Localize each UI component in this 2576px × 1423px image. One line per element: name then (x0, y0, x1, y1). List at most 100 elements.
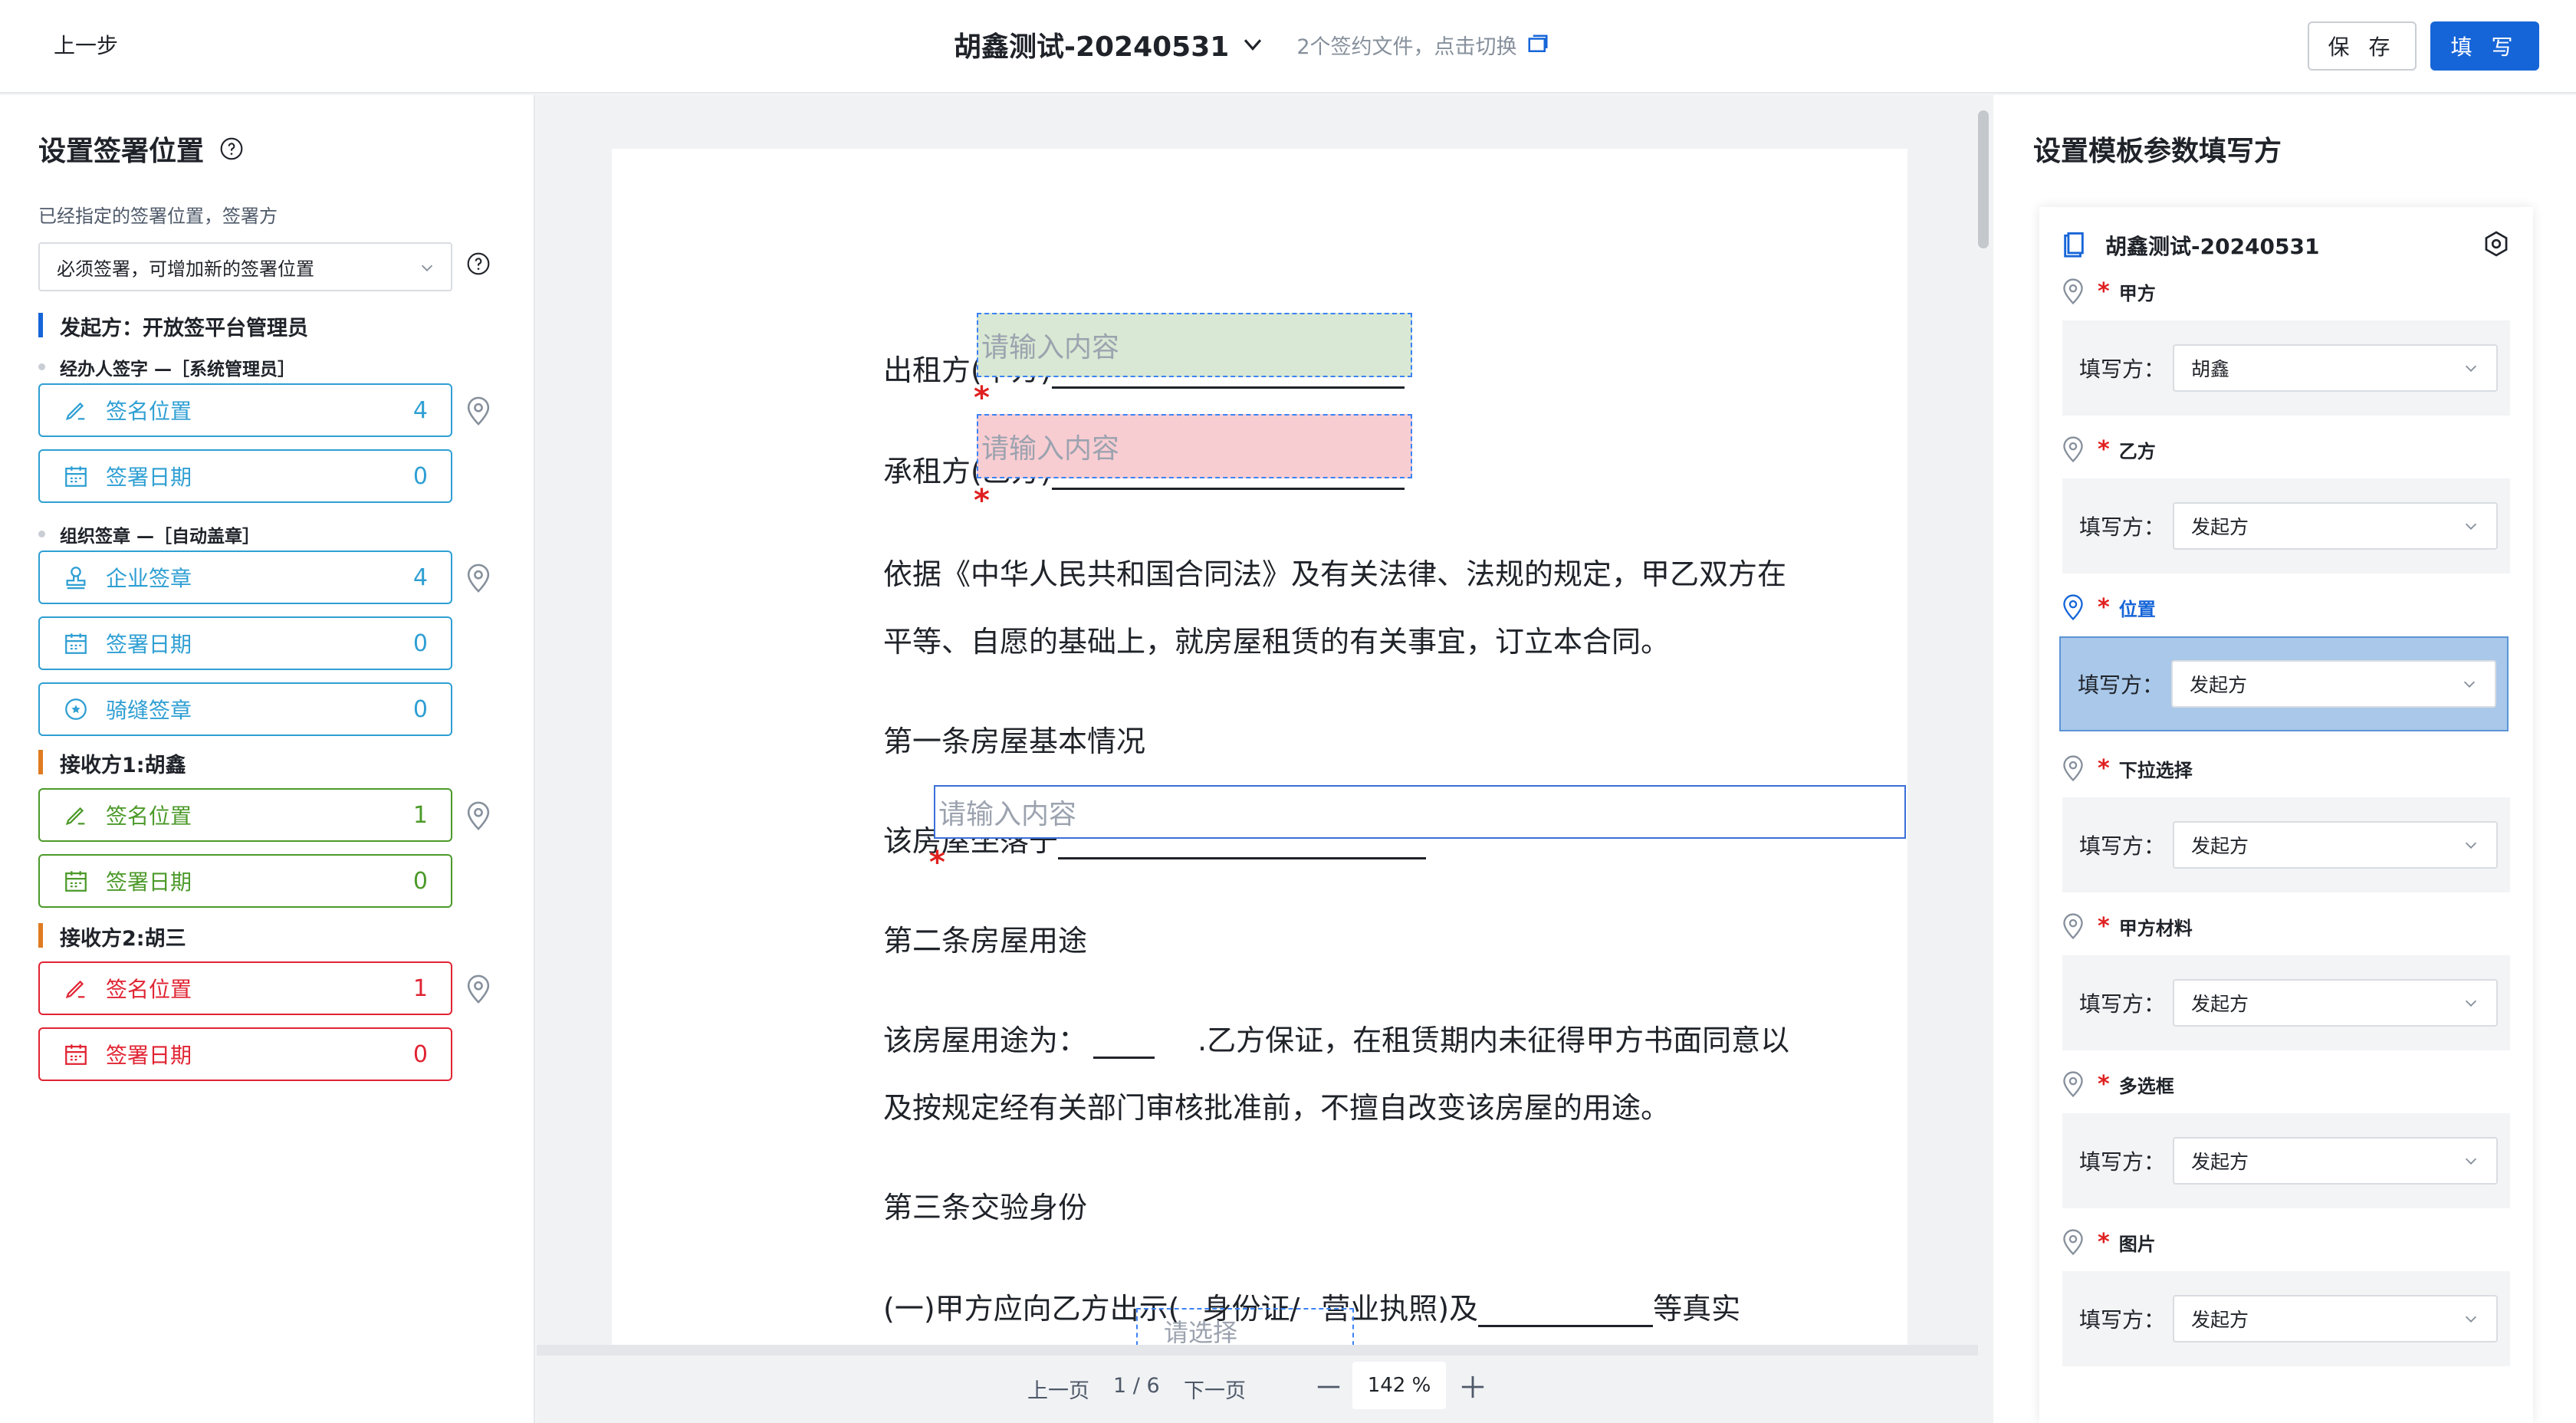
settings-icon[interactable] (2482, 230, 2510, 258)
filler-select[interactable]: 发起方 (2173, 979, 2498, 1027)
help-icon[interactable] (466, 251, 491, 276)
zoom-out-icon[interactable] (1316, 1380, 1342, 1394)
doc-switcher[interactable]: 胡鑫测试-20240531 2个签约文件，点击切换 (954, 25, 1549, 64)
filler-value: 发起方 (2191, 835, 2249, 857)
select-placeholder: 请选择 (1164, 1318, 1238, 1347)
location-pin-icon[interactable] (2061, 278, 2085, 305)
pen-icon (65, 807, 85, 826)
filler-label: 填写方： (2079, 514, 2166, 540)
required-mark: * (2098, 278, 2110, 305)
filler-value: 发起方 (2190, 674, 2248, 696)
signature-position-chip[interactable]: 签名位置 4 (38, 383, 452, 437)
vertical-scrollbar[interactable] (1978, 110, 1989, 248)
card-title: 胡鑫测试-20240531 (2105, 234, 2320, 259)
chevron-down-icon[interactable] (1240, 31, 1266, 58)
chevron-down-icon (2463, 681, 2476, 688)
chevron-down-icon (421, 265, 433, 271)
location-pin-icon[interactable] (2061, 593, 2085, 621)
blank-underline (1093, 1057, 1155, 1059)
signature-position-chip[interactable]: 签名位置 1 (38, 788, 452, 842)
doc-heading: 第三条交验身份 (883, 1191, 1088, 1224)
zoom-in-icon[interactable] (1460, 1374, 1486, 1400)
seal-date-chip[interactable]: 签署日期 0 (38, 616, 452, 670)
next-page-button[interactable]: 下一页 (1184, 1374, 1246, 1404)
param-header: * 甲方材料 (2061, 912, 2193, 940)
prev-page-button[interactable]: 上一页 (1027, 1374, 1089, 1404)
switch-file-hint[interactable]: 2个签约文件，点击切换 (1296, 30, 1516, 60)
filler-value: 发起方 (2191, 1309, 2249, 1331)
locate-pin-icon[interactable] (465, 396, 492, 426)
chip-label: 签署日期 (106, 869, 192, 895)
page-indicator: 1 / 6 (1113, 1374, 1160, 1398)
signing-mode-select[interactable]: 必须签署，可增加新的签署位置 (38, 242, 452, 291)
chip-label: 签名位置 (106, 399, 192, 424)
party-sender: 发起方：开放签平台管理员 (38, 311, 308, 341)
doc-text: 等真实 (1653, 1292, 1741, 1326)
params-card: 胡鑫测试-20240531 * 甲方 填写方： 胡鑫 * 乙方 填写方： 发起方… (2039, 207, 2533, 1423)
party-a-input-field[interactable]: 请输入内容 (977, 313, 1412, 377)
locate-pin-icon[interactable] (465, 974, 492, 1004)
required-mark: * (2098, 435, 2110, 463)
filler-select[interactable]: 发起方 (2173, 1295, 2498, 1342)
filler-select[interactable]: 发起方 (2173, 1137, 2498, 1185)
help-icon[interactable] (219, 136, 244, 161)
chip-count: 1 (412, 974, 428, 1002)
filler-select[interactable]: 发起方 (2171, 660, 2496, 708)
doc-line: 及按规定经有关部门审核批准前，不擅自改变该房屋的用途。 (883, 1091, 1671, 1125)
chip-count: 4 (412, 564, 428, 591)
filler-select[interactable]: 发起方 (2173, 502, 2498, 550)
param-name: 乙方 (2118, 440, 2156, 462)
document-title[interactable]: 胡鑫测试-20240531 (954, 25, 1229, 64)
chip-count: 0 (412, 695, 428, 723)
location-pin-icon[interactable] (2061, 912, 2085, 940)
zoom-level[interactable]: 142 % (1352, 1362, 1446, 1409)
chip-count: 0 (412, 462, 428, 490)
pager-bar: 上一页 1 / 6 下一页 142 % (537, 1345, 1978, 1423)
group-handler-signature: 经办人签字 —［系统管理员］ (38, 354, 295, 380)
param-name: 图片 (2118, 1233, 2156, 1255)
location-input-field[interactable]: 请输入内容 (934, 785, 1906, 839)
party-b-input-field[interactable]: 请输入内容 (977, 414, 1412, 478)
blank-underline (1478, 1325, 1654, 1327)
chip-count: 0 (412, 629, 428, 657)
document-icon (2064, 232, 2084, 258)
filler-value: 胡鑫 (2191, 358, 2230, 380)
chevron-down-icon (2465, 1000, 2477, 1007)
fill-button[interactable]: 填 写 (2430, 21, 2539, 71)
sign-date-chip[interactable]: 签署日期 0 (38, 449, 452, 503)
chevron-down-icon (2465, 1158, 2477, 1165)
sign-date-chip[interactable]: 签署日期 0 (38, 1027, 452, 1081)
param-row: 填写方： 发起方 (2062, 1113, 2510, 1208)
save-button[interactable]: 保 存 (2308, 21, 2417, 71)
required-mark: * (929, 845, 945, 880)
filler-value: 发起方 (2191, 1151, 2249, 1173)
switch-file-icon[interactable] (1526, 33, 1549, 56)
document-viewer: 出租方(甲方) 请输入内容 * 承租方(乙方) 请输入内容 * 依据《中华人民共… (537, 95, 1993, 1423)
cross-page-seal-chip[interactable]: 骑缝签章 0 (38, 682, 452, 736)
filler-select[interactable]: 发起方 (2173, 821, 2498, 869)
location-pin-icon[interactable] (2061, 435, 2085, 463)
required-mark: * (974, 483, 990, 518)
param-row: 填写方： 发起方 (2062, 955, 2510, 1050)
doc-heading: 第二条房屋用途 (883, 924, 1088, 958)
location-pin-icon[interactable] (2061, 1070, 2085, 1098)
panel-title: 设置签署位置 (38, 129, 244, 169)
param-name: 位置 (2118, 598, 2156, 620)
doc-text: .乙方保证，在租赁期内未征得甲方书面同意以 (1198, 1024, 1790, 1057)
panel-title: 设置模板参数填写方 (2033, 136, 2282, 167)
location-pin-icon[interactable] (2061, 1228, 2085, 1256)
calendar-icon (65, 871, 87, 892)
calendar-icon (65, 1044, 87, 1065)
filler-label: 填写方： (2079, 991, 2166, 1017)
sign-date-chip[interactable]: 签署日期 0 (38, 854, 452, 908)
back-button[interactable]: 上一步 (54, 29, 118, 60)
pen-icon (65, 980, 85, 999)
top-bar: 上一步 胡鑫测试-20240531 2个签约文件，点击切换 保 存 填 写 (0, 0, 2576, 94)
filler-select[interactable]: 胡鑫 (2173, 344, 2498, 392)
signature-position-chip[interactable]: 签名位置 1 (38, 961, 452, 1015)
param-row-active: 填写方： 发起方 (2059, 636, 2509, 731)
locate-pin-icon[interactable] (465, 800, 492, 831)
company-seal-chip[interactable]: 企业签章 4 (38, 550, 452, 604)
locate-pin-icon[interactable] (465, 563, 492, 593)
location-pin-icon[interactable] (2061, 754, 2085, 782)
